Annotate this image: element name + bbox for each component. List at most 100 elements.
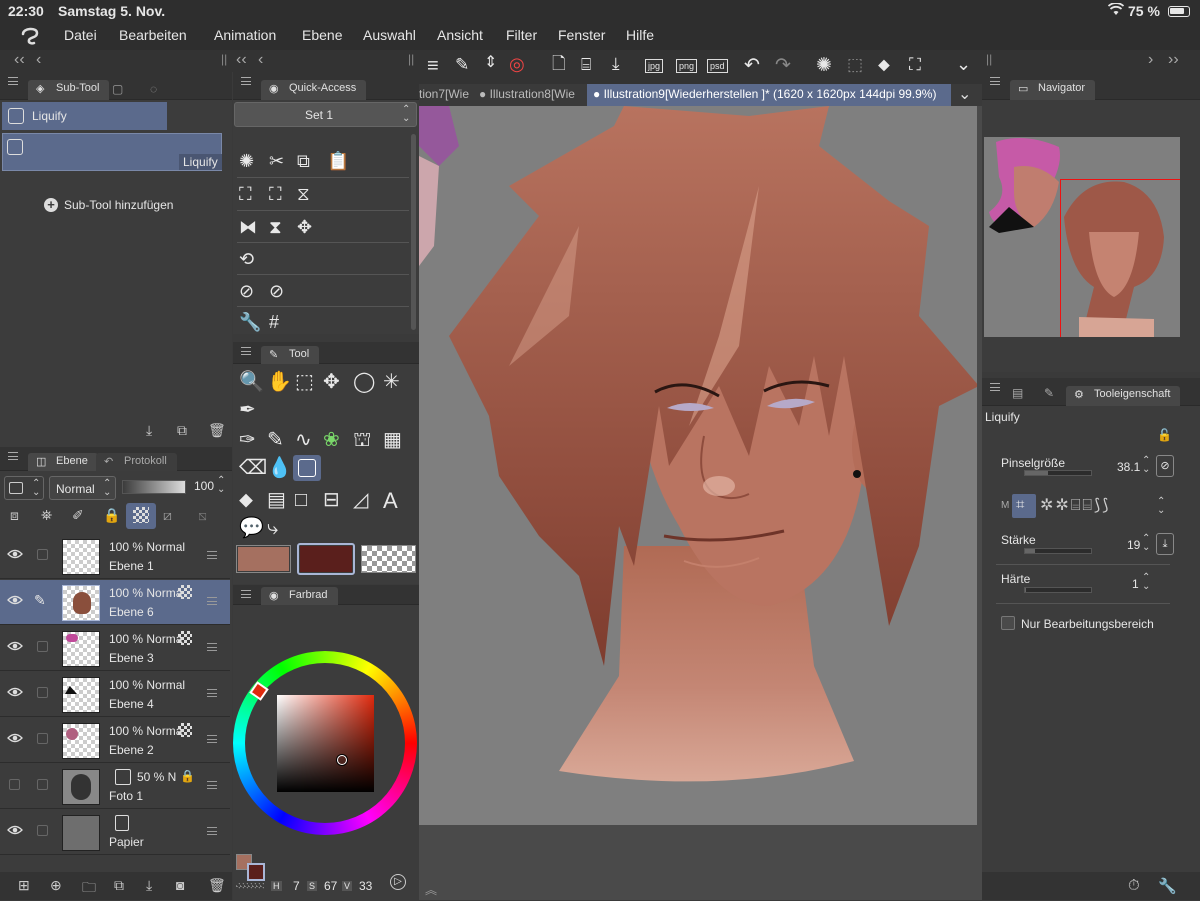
duplicate-layer-icon[interactable]: ⧉ xyxy=(114,877,124,894)
airbrush-icon[interactable]: ⛫ xyxy=(353,430,371,450)
lock-icon[interactable]: 🔓 xyxy=(1157,428,1172,442)
panel-menu-icon[interactable] xyxy=(8,452,18,460)
transparent-mini[interactable] xyxy=(236,883,264,889)
liquify-mode-push[interactable]: ⌗ xyxy=(1012,494,1036,518)
tab-tool[interactable]: ✎ Tool xyxy=(261,346,320,364)
doc-tab-9[interactable]: ● Illustration9[Wiederherstellen ]* (162… xyxy=(587,84,951,106)
select-area-icon[interactable]: ⬚ xyxy=(847,56,863,73)
strength-stepper[interactable]: ⌃ ⌄ xyxy=(1142,534,1150,553)
lock-icon[interactable]: 🔒 xyxy=(103,507,120,524)
collapse-right-icon[interactable]: ›› xyxy=(1168,51,1179,69)
tab-icon-2[interactable]: ▢ xyxy=(112,82,123,96)
blend-mode-select[interactable]: Normal ⌃ ⌄ xyxy=(49,476,116,500)
tab-protokoll[interactable]: ↶ Protokoll xyxy=(96,453,177,471)
layer-drag-handle[interactable] xyxy=(207,735,217,743)
tab-tooleigenschaft[interactable]: ⚙ Tooleigenschaft xyxy=(1066,386,1181,406)
layer-drag-handle[interactable] xyxy=(207,781,217,789)
draft-layer-icon[interactable]: ✐ xyxy=(72,507,84,524)
subtool-group-liquify[interactable]: Liquify xyxy=(2,102,167,130)
scrollbar[interactable] xyxy=(411,134,416,330)
delete-layer-icon[interactable]: 🗑 xyxy=(208,877,226,894)
object-select-icon[interactable]: ⬚ xyxy=(295,372,314,392)
panel-menu-icon[interactable] xyxy=(8,77,18,85)
eye-icon[interactable] xyxy=(7,732,23,744)
color-mode-icon[interactable]: ▷ xyxy=(390,874,406,890)
magic-wand-icon[interactable]: ✳ xyxy=(383,372,400,392)
ruler-icon[interactable]: ◿ xyxy=(353,490,368,510)
tab-farbrad[interactable]: ◉ Farbrad xyxy=(261,587,338,605)
layer-select-checkbox[interactable] xyxy=(37,825,48,836)
quick-access-set-select[interactable]: Set 1 ⌃ ⌄ xyxy=(234,102,417,127)
tab-quick-access[interactable]: ◉ Quick-Access xyxy=(261,80,367,100)
navigator-preview[interactable] xyxy=(984,137,1180,337)
chevron-left-icon[interactable]: ‹ xyxy=(36,51,41,69)
chevron-down-icon[interactable]: ⌄ xyxy=(956,55,971,73)
save-icon[interactable]: ⤓ xyxy=(612,55,620,72)
eye-icon[interactable] xyxy=(7,594,23,606)
gradient-icon[interactable]: ▤ xyxy=(267,490,286,510)
menu-icon[interactable]: ≡ xyxy=(427,56,439,76)
bezier-icon[interactable]: ∿ xyxy=(295,430,312,450)
flip-vertical-icon[interactable]: ⧗ xyxy=(269,218,282,236)
move-layer-icon[interactable]: ✥ xyxy=(323,372,340,392)
hand-icon[interactable]: ✋ xyxy=(267,372,292,392)
menu-ebene[interactable]: Ebene xyxy=(302,27,342,43)
eye-icon[interactable] xyxy=(7,824,23,836)
balloon-icon[interactable]: 💬 xyxy=(239,518,264,538)
opacity-stepper[interactable]: ⌃ ⌄ xyxy=(217,476,225,495)
sub-color-mini[interactable] xyxy=(247,863,265,881)
subtool-item-liquify[interactable]: Liquify xyxy=(2,133,222,171)
tab-subtool[interactable]: ◈ Sub-Tool xyxy=(28,80,110,100)
updown-icon[interactable]: ⇕ xyxy=(484,55,497,71)
eye-icon[interactable] xyxy=(7,640,23,652)
transparent-color-swatch[interactable] xyxy=(361,545,416,573)
add-subtool-button[interactable]: + Sub-Tool hinzufügen xyxy=(44,198,173,212)
frame-border-icon[interactable]: ⊟ xyxy=(323,490,340,510)
app-logo-icon[interactable] xyxy=(18,24,42,48)
copy-icon[interactable]: ⧉ xyxy=(297,152,310,170)
menu-ansicht[interactable]: Ansicht xyxy=(437,27,483,43)
mesh-transform-icon[interactable]: ⧖ xyxy=(297,185,310,203)
menu-datei[interactable]: Datei xyxy=(64,27,97,43)
fill-icon[interactable]: ⬥ xyxy=(878,56,890,73)
dock-divider-icon-2[interactable]: || xyxy=(408,52,414,66)
shape-icon[interactable]: □ xyxy=(295,490,307,510)
export-psd-icon[interactable]: psd xyxy=(707,59,728,73)
chevron-left-icon-2[interactable]: ‹ xyxy=(258,51,263,69)
export-jpg-icon[interactable]: jpg xyxy=(645,59,664,73)
lock-transparency-button[interactable] xyxy=(126,503,156,529)
scale-icon[interactable]: ⛶ xyxy=(239,185,252,203)
transform-icon[interactable]: ⛶ xyxy=(909,56,921,73)
lasso-fill-icon[interactable]: ⟲ xyxy=(239,250,254,268)
import-icon[interactable]: ⤓ xyxy=(146,422,152,439)
sub-color-swatch[interactable] xyxy=(297,543,355,575)
eraser-icon[interactable]: ⌫ xyxy=(239,458,267,478)
strength-slider[interactable] xyxy=(1024,548,1092,554)
menu-hilfe[interactable]: Hilfe xyxy=(626,27,654,43)
layer-row-ebene-2[interactable]: 100 % Norma Ebene 2 xyxy=(0,718,230,763)
layer-select-checkbox[interactable] xyxy=(37,687,48,698)
brush-size-pressure-icon[interactable]: ⊘ xyxy=(1156,455,1174,477)
new-vector-layer-icon[interactable]: ⊕ xyxy=(50,877,62,894)
canvas[interactable] xyxy=(419,106,977,825)
saturation-value-square[interactable] xyxy=(277,695,374,792)
new-raster-layer-icon[interactable]: ⊞ xyxy=(18,877,30,894)
tab-navigator[interactable]: ▭ Navigator xyxy=(1010,80,1096,100)
lasso-icon[interactable]: ◯ xyxy=(353,372,375,392)
grid-icon[interactable]: # xyxy=(269,313,279,331)
correct-line-icon[interactable]: ⤷ xyxy=(267,518,278,538)
panel-menu-icon[interactable] xyxy=(990,383,1000,391)
fill-tool-icon[interactable]: ⬥ xyxy=(239,490,253,510)
liquify-tool-button[interactable] xyxy=(293,455,321,481)
brush-size-stepper[interactable]: ⌃ ⌄ xyxy=(1142,456,1150,475)
deselect-icon[interactable]: ✺ xyxy=(239,152,254,170)
decoration-icon[interactable]: ❀ xyxy=(323,430,340,450)
dock-divider-icon[interactable]: || xyxy=(221,52,227,66)
new-folder-icon[interactable]: 🗀 xyxy=(82,877,96,901)
swirl-icon[interactable]: ◎ xyxy=(509,55,525,73)
menu-fenster[interactable]: Fenster xyxy=(558,27,605,43)
mask-add-icon[interactable]: ◙ xyxy=(176,877,184,893)
doc-tab-8[interactable]: ● Illustration8[Wie xyxy=(479,87,575,101)
merge-down-icon[interactable]: ⤓ xyxy=(146,877,152,894)
liquify-mode-icons[interactable]: ✲✲⌸⌸⟆⟆ xyxy=(1040,495,1111,515)
